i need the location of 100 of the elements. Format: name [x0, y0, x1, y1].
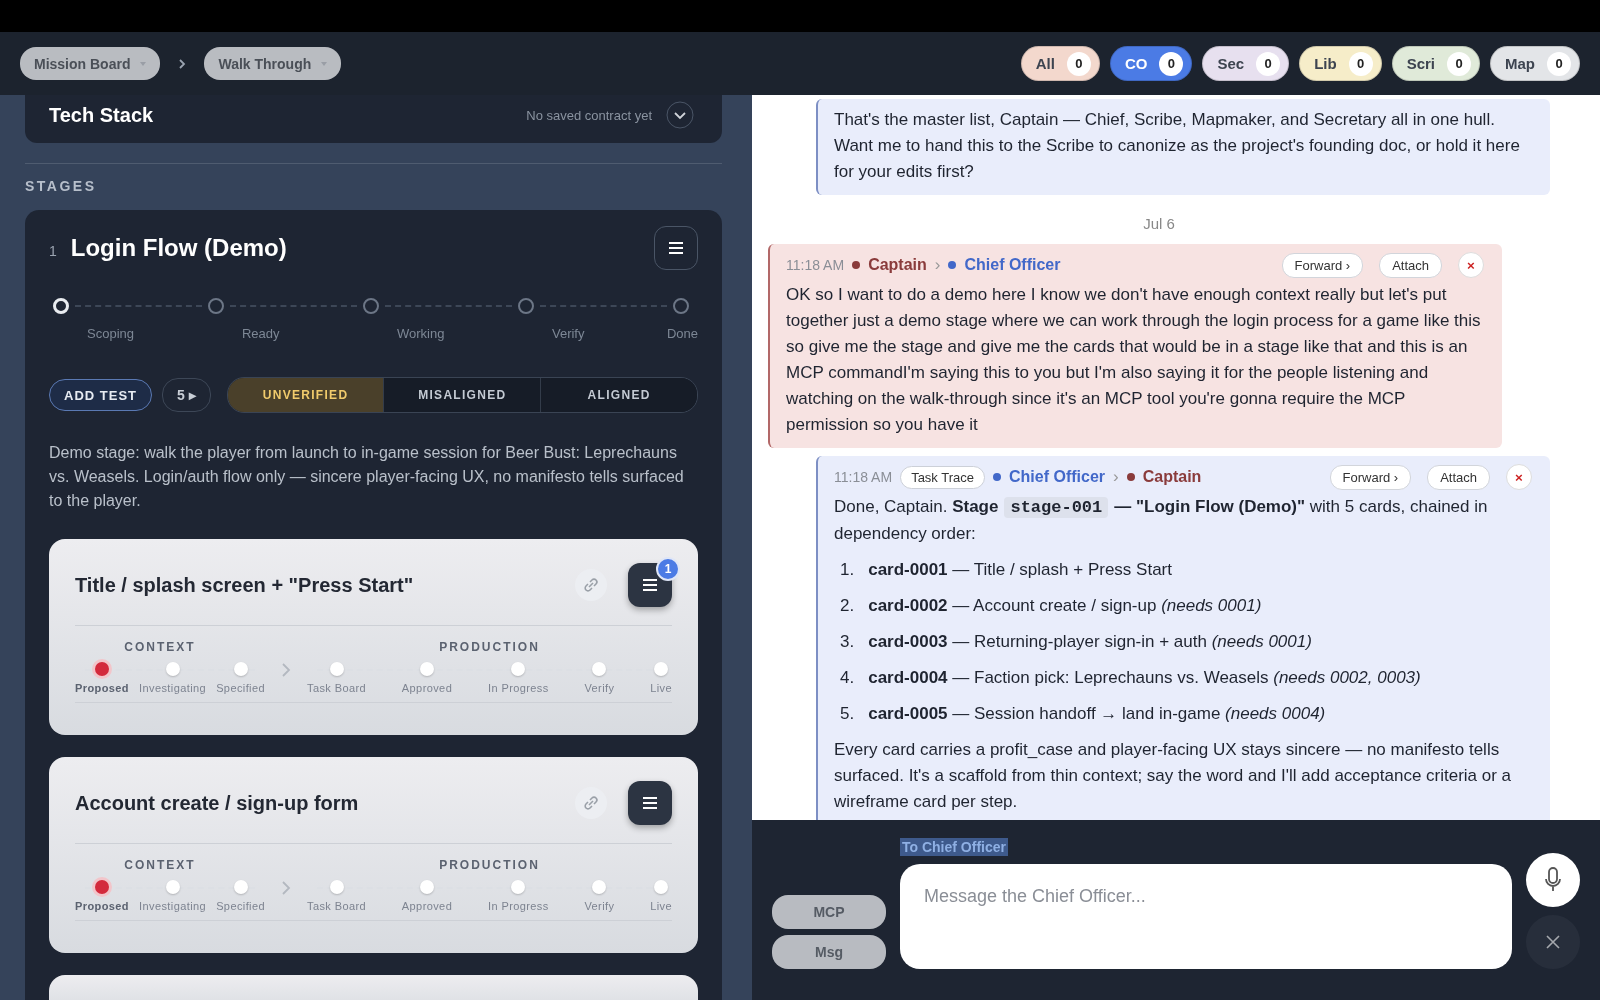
filter-pill[interactable]: CO 0: [1109, 46, 1193, 81]
status-dot[interactable]: [165, 880, 180, 894]
step-dot[interactable]: [362, 298, 379, 314]
microphone-button[interactable]: [1526, 853, 1580, 907]
status-dot[interactable]: [233, 880, 248, 894]
verification-tab[interactable]: UNVERIFIED: [227, 378, 384, 412]
list-number: 1.: [840, 559, 855, 581]
step-label: Ready: [241, 326, 281, 341]
status-label: Approved: [401, 900, 453, 912]
chevron-icon: [281, 880, 291, 896]
status-label: Investigating: [139, 900, 206, 912]
status-dot[interactable]: [592, 880, 607, 894]
breadcrumb-dropdown[interactable]: Mission Board: [20, 47, 161, 80]
section-title: Tech Stack: [49, 103, 155, 127]
stage-title: Login Flow (Demo): [70, 234, 288, 262]
status-label: Specified: [216, 900, 265, 912]
mode-button[interactable]: Msg: [772, 935, 886, 969]
list-number: 3.: [840, 631, 855, 653]
filter-pill[interactable]: All 0: [1020, 46, 1100, 81]
menu-button[interactable]: [654, 226, 698, 270]
mode-button[interactable]: MCP: [772, 895, 886, 929]
section-heading: STAGES: [25, 178, 98, 194]
status-label: Approved: [401, 682, 453, 694]
close-icon: [1545, 934, 1561, 950]
step-dot[interactable]: [517, 298, 534, 314]
status-dot[interactable]: [165, 662, 180, 676]
action-button[interactable]: Attach: [1379, 252, 1442, 278]
list-item: card-0004 — Faction pick: Leprechauns vs. Weasels (needs 0002, 0003): [868, 667, 1421, 689]
stage-description: Demo stage: walk the player from launch to in-game session for Beer Bust: Leprechauns vs. Weasels. Login/auth flow only — sincere player-facing UX, no manifesto tells surfaced to the player.: [49, 443, 685, 511]
status-dot[interactable]: [654, 880, 669, 894]
status-label: Verify: [584, 682, 615, 694]
tag-chip[interactable]: Task Trace: [900, 465, 985, 489]
status-dot[interactable]: [420, 880, 434, 894]
count-badge: 0: [1447, 51, 1471, 76]
card-title: Title / splash screen + "Press Start": [75, 573, 415, 597]
step-dot[interactable]: [208, 298, 224, 314]
group-label: CONTEXT: [123, 858, 197, 872]
filter-pill[interactable]: Lib 0: [1299, 46, 1382, 81]
message-text: OK so I want to do a demo here I know we don't have enough context really but let's put together just a demo stage where we can work through the login process for a game like this so give me the stage and give me the cards that would be in a stage like that and this is an MCP commandI'm saying this to you but I'm also saying it for the people listening and watching on the walk-through since it's an MCP tool you're gonna require the MCP permission so you have it: [786, 284, 1482, 436]
chevron-icon: [281, 662, 291, 678]
message-text: That's the master list, Captain — Chief, Scribe, Mapmaker, and Secretary all in one hull. Want me to hand this to the Scribe to canonize as the project's founding doc, or hold it here for your edits first?: [834, 109, 1521, 183]
arrow-text: ›: [934, 255, 941, 275]
date-divider: Jul 6: [1142, 215, 1176, 232]
menu-button[interactable]: [628, 781, 672, 825]
add-test-button[interactable]: ADD TEST: [49, 379, 152, 411]
menu-icon: [668, 241, 684, 255]
expand-icon[interactable]: [666, 101, 694, 129]
menu-icon: [642, 578, 658, 592]
list-item: card-0003 — Returning-player sign-in + auth (needs 0001): [868, 631, 1312, 653]
timestamp: 11:18 AM: [786, 257, 845, 273]
notification-badge: 1: [656, 557, 680, 581]
arrow-text: ›: [1113, 467, 1119, 487]
filter-pill[interactable]: Scri 0: [1391, 46, 1480, 81]
status-dot[interactable]: [233, 662, 248, 676]
microphone-icon: [1544, 867, 1562, 893]
status-dot[interactable]: [94, 880, 109, 894]
breadcrumb-dropdown[interactable]: Walk Through: [204, 47, 342, 80]
recipient-name: Chief Officer: [964, 256, 1061, 274]
test-count-button[interactable]: 5 ▸: [162, 378, 211, 412]
status-label: Task Board: [307, 900, 367, 912]
status-dot[interactable]: [94, 662, 109, 676]
sender-name: Chief Officer: [1009, 468, 1105, 486]
list-number: 4.: [840, 667, 855, 689]
status-dot[interactable]: [511, 662, 526, 676]
filter-pill[interactable]: Sec 0: [1202, 46, 1290, 81]
filter-pill[interactable]: Map 0: [1490, 46, 1580, 81]
status-label: Specified: [216, 682, 265, 694]
list-item: card-0005 — Session handoff → land in-game (needs 0004): [868, 703, 1326, 725]
menu-icon: [642, 796, 658, 810]
status-label: Investigating: [139, 682, 206, 694]
close-button[interactable]: ×: [1458, 252, 1484, 278]
menu-button[interactable]: [628, 563, 672, 607]
close-button[interactable]: ×: [1506, 464, 1532, 490]
list-number: 2.: [840, 595, 855, 617]
status-label: In Progress: [488, 682, 549, 694]
caret-icon: [321, 61, 328, 66]
status-label: Live: [650, 682, 672, 694]
status-label: Proposed: [75, 682, 129, 694]
status-label: Proposed: [75, 900, 129, 912]
step-label: Done: [666, 326, 698, 341]
status-dot[interactable]: [592, 662, 607, 676]
stage-number: 1: [49, 243, 57, 259]
count-badge: 0: [1348, 51, 1373, 76]
status-dot[interactable]: [654, 662, 669, 676]
status-dot[interactable]: [511, 880, 526, 894]
action-button[interactable]: Forward ›: [1281, 252, 1364, 278]
message-input[interactable]: Message the Chief Officer...: [900, 864, 1512, 969]
recipient-label: To Chief Officer: [900, 838, 1008, 856]
status-label: Live: [650, 900, 672, 912]
status-dot[interactable]: [329, 880, 344, 894]
verification-tab[interactable]: ALIGNED: [540, 378, 697, 412]
verification-tab[interactable]: MISALIGNED: [383, 378, 541, 412]
step-dot[interactable]: [672, 298, 689, 314]
message-text: Done, Captain. Stage stage-001 — "Login Flow (Demo)" with 5 cards, chained in dependency order:: [834, 496, 1489, 545]
status-dot[interactable]: [420, 662, 434, 676]
caret-icon: [140, 61, 147, 66]
action-button[interactable]: Forward ›: [1329, 464, 1412, 490]
status-dot[interactable]: [329, 662, 344, 676]
action-button[interactable]: Attach: [1427, 464, 1490, 490]
step-label: Scoping: [86, 326, 135, 341]
